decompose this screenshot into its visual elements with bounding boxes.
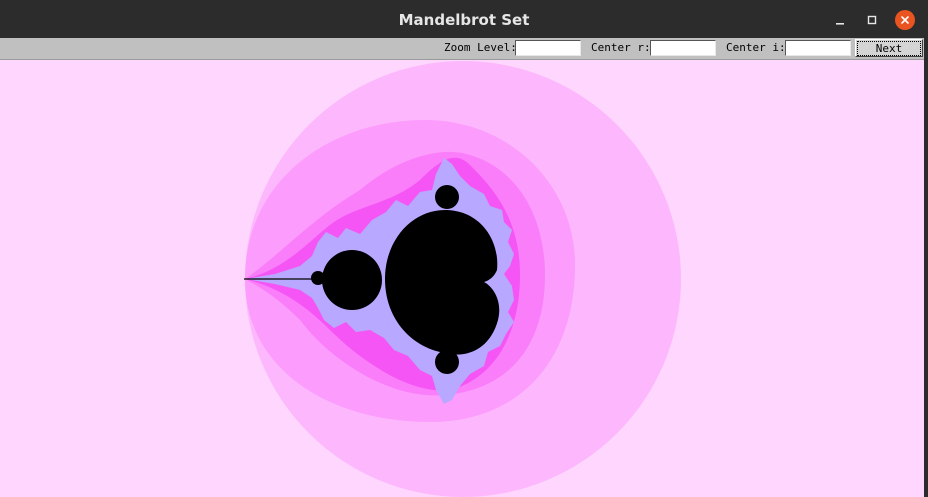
zoom-level-input[interactable] — [515, 40, 581, 56]
zoom-level-label: Zoom Level: — [444, 41, 517, 54]
window-edge — [924, 38, 928, 497]
window-title: Mandelbrot Set — [398, 11, 530, 29]
center-r-label: Center r: — [591, 41, 651, 54]
close-icon — [901, 16, 909, 24]
app-window: Mandelbrot Set Zoom Level: Center r: Cen… — [0, 0, 928, 497]
close-button[interactable] — [895, 10, 915, 30]
mandelbrot-render — [0, 60, 924, 497]
center-i-input[interactable] — [785, 40, 851, 56]
center-i-label: Center i: — [726, 41, 786, 54]
next-button-label: Next — [856, 40, 922, 56]
toolbar: Zoom Level: Center r: Center i: Next — [0, 38, 924, 60]
title-bar[interactable]: Mandelbrot Set — [0, 0, 928, 38]
small-left-bulb — [311, 271, 325, 285]
minimize-icon — [836, 23, 844, 25]
maximize-button[interactable] — [862, 10, 882, 30]
bottom-bulb — [435, 350, 459, 374]
minimize-button[interactable] — [830, 10, 850, 30]
period-2-bulb — [322, 250, 382, 310]
next-button[interactable]: Next — [855, 39, 923, 57]
maximize-icon — [867, 15, 877, 25]
center-r-input[interactable] — [650, 40, 716, 56]
mandelbrot-canvas[interactable] — [0, 60, 924, 497]
top-bulb — [435, 185, 459, 209]
